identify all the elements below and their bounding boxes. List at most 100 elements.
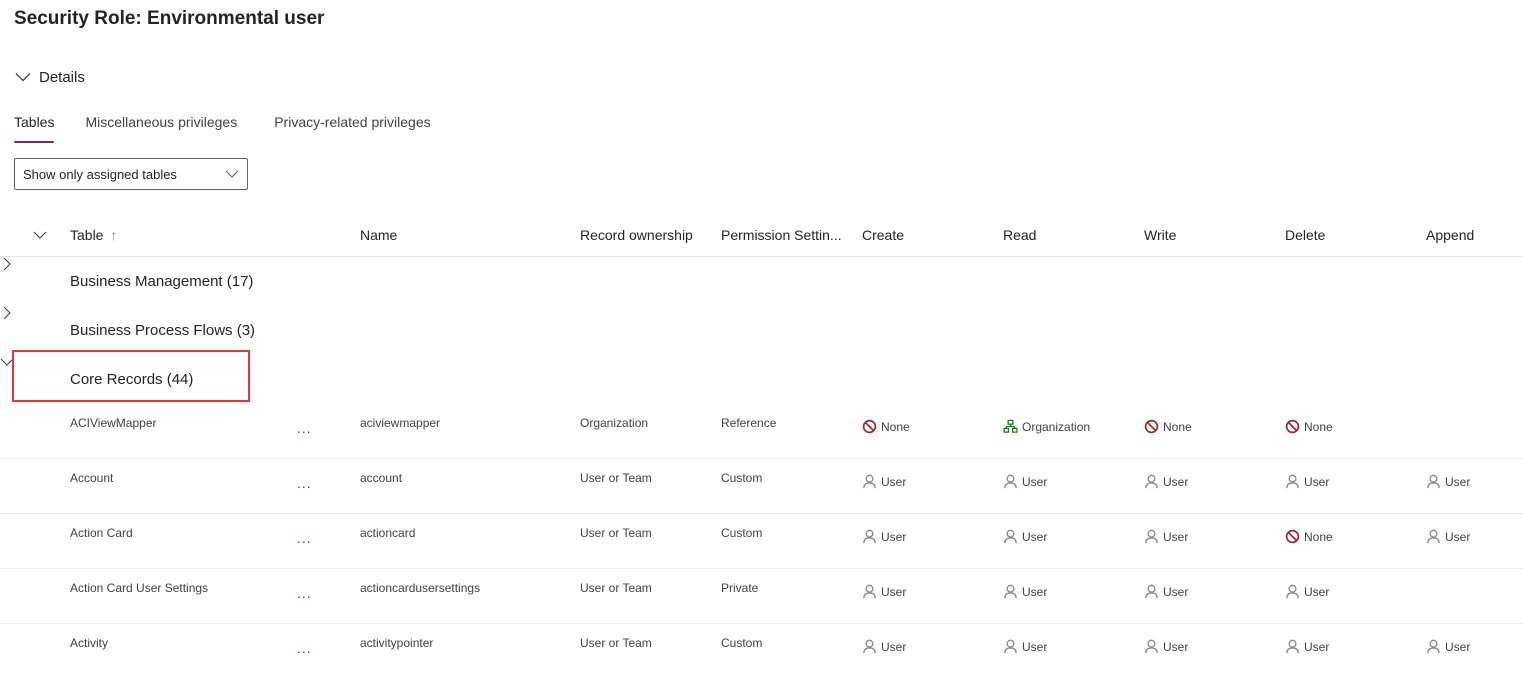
privilege-create-label: User — [881, 529, 907, 544]
privilege-create[interactable]: User — [862, 584, 906, 599]
more-options-button[interactable]: ... — [297, 530, 312, 546]
privilege-delete[interactable]: None — [1285, 419, 1333, 434]
column-header-permission-settings[interactable]: Permission Settin... — [721, 227, 842, 243]
privilege-delete[interactable]: User — [1285, 584, 1329, 599]
privilege-delete[interactable]: None — [1285, 529, 1333, 544]
user-icon — [1285, 584, 1304, 599]
column-header-delete[interactable]: Delete — [1285, 227, 1325, 243]
none-icon — [1285, 529, 1304, 544]
table-row[interactable]: Activity... activitypointer User or Team Cu… — [0, 624, 1523, 673]
permission-settings[interactable]: Custom — [721, 526, 762, 540]
privilege-write-label: User — [1163, 584, 1189, 599]
user-icon — [1144, 584, 1163, 599]
privilege-create[interactable]: None — [862, 419, 910, 434]
privilege-read-label: User — [1022, 474, 1048, 489]
privilege-create[interactable]: User — [862, 529, 906, 544]
user-icon — [862, 584, 881, 599]
tab-privacy-related-privileges[interactable]: Privacy-related privileges — [274, 112, 430, 144]
table-logical-name: activitypointer — [360, 636, 434, 650]
record-ownership: User or Team — [580, 581, 652, 595]
more-options-button[interactable]: ... — [297, 475, 312, 491]
privilege-delete-label: User — [1304, 584, 1330, 599]
collapse-all-toggle[interactable] — [33, 228, 47, 245]
tab-tables[interactable]: Tables — [14, 112, 55, 144]
user-icon — [862, 529, 881, 544]
privilege-write[interactable]: None — [1144, 419, 1192, 434]
user-icon — [1285, 474, 1304, 489]
column-header-write[interactable]: Write — [1144, 227, 1176, 243]
privilege-append[interactable]: User — [1426, 474, 1470, 489]
permission-settings[interactable]: Custom — [721, 636, 762, 650]
record-ownership: User or Team — [580, 636, 652, 650]
privilege-write-label: None — [1163, 419, 1192, 434]
privilege-append[interactable]: User — [1426, 639, 1470, 654]
privilege-delete-label: None — [1304, 419, 1333, 434]
privilege-write-label: User — [1163, 639, 1189, 654]
column-header-name[interactable]: Name — [360, 227, 397, 243]
chevron-down-icon — [15, 73, 31, 82]
user-icon — [1285, 639, 1304, 654]
privilege-read[interactable]: Organization — [1003, 419, 1090, 434]
table-logical-name: aciviewmapper — [360, 416, 441, 430]
page-title: Security Role: Environmental user — [14, 8, 325, 29]
grid-rows: ACIViewMapper... aciviewmapper Organizatio… — [0, 404, 1523, 673]
permission-settings[interactable]: Custom — [721, 471, 762, 485]
more-options-button[interactable]: ... — [297, 585, 312, 601]
privilege-read[interactable]: User — [1003, 529, 1047, 544]
group-row-business-process-flows[interactable]: Business Process Flows (3) — [0, 306, 1523, 355]
record-ownership: User or Team — [580, 526, 652, 540]
privilege-delete-label: User — [1304, 474, 1330, 489]
table-row[interactable]: Action Card... actioncard User or Team Cust… — [0, 514, 1523, 569]
group-label: Core Records (44) — [70, 371, 194, 388]
more-options-button[interactable]: ... — [297, 640, 312, 656]
table-logical-name: account — [360, 471, 403, 485]
privilege-write-label: User — [1163, 529, 1189, 544]
table-filter-dropdown[interactable]: Show only assigned tables — [14, 158, 248, 190]
more-options-button[interactable]: ... — [297, 420, 312, 436]
column-header-append[interactable]: Append — [1426, 227, 1474, 243]
privilege-create-label: User — [881, 474, 907, 489]
table-display-name: Action Card — [70, 526, 133, 540]
details-toggle[interactable]: Details — [14, 68, 85, 86]
user-icon — [1003, 584, 1022, 599]
privilege-write[interactable]: User — [1144, 584, 1188, 599]
table-logical-name: actioncardusersettings — [360, 581, 481, 595]
privilege-create-label: None — [881, 419, 910, 434]
tab-miscellaneous-privileges[interactable]: Miscellaneous privileges — [85, 112, 237, 144]
user-icon — [1426, 474, 1445, 489]
privilege-delete[interactable]: User — [1285, 639, 1329, 654]
grid-header: Table ↑ Name Record ownership Permission… — [0, 214, 1523, 257]
privilege-write[interactable]: User — [1144, 529, 1188, 544]
privilege-append[interactable]: User — [1426, 529, 1470, 544]
column-header-record-ownership[interactable]: Record ownership — [580, 227, 693, 243]
group-row-core-records[interactable]: Core Records (44) — [0, 355, 1523, 404]
privilege-read-label: User — [1022, 584, 1048, 599]
user-icon — [1003, 639, 1022, 654]
none-icon — [1144, 419, 1163, 434]
privilege-create[interactable]: User — [862, 474, 906, 489]
table-row[interactable]: Account... account User or Team Custom User U… — [0, 459, 1523, 514]
column-header-read[interactable]: Read — [1003, 227, 1036, 243]
privilege-read[interactable]: User — [1003, 584, 1047, 599]
privilege-write[interactable]: User — [1144, 639, 1188, 654]
column-header-table[interactable]: Table ↑ — [70, 227, 117, 243]
privilege-write[interactable]: User — [1144, 474, 1188, 489]
tab-list: Tables Miscellaneous privileges Privacy-… — [14, 112, 462, 144]
privilege-write-label: User — [1163, 474, 1189, 489]
permission-settings[interactable]: Reference — [721, 416, 776, 430]
privilege-read[interactable]: User — [1003, 639, 1047, 654]
column-header-create[interactable]: Create — [862, 227, 904, 243]
table-row[interactable]: Action Card User Settings... actioncardus… — [0, 569, 1523, 624]
privileges-grid: Table ↑ Name Record ownership Permission… — [0, 214, 1523, 673]
chevron-down-icon — [0, 358, 14, 366]
privilege-delete[interactable]: User — [1285, 474, 1329, 489]
user-icon — [1144, 529, 1163, 544]
permission-settings[interactable]: Private — [721, 581, 758, 595]
group-row-business-management[interactable]: Business Management (17) — [0, 257, 1523, 306]
table-filter-value: Show only assigned tables — [23, 166, 177, 182]
record-ownership: User or Team — [580, 471, 652, 485]
privilege-read[interactable]: User — [1003, 474, 1047, 489]
group-label: Business Process Flows (3) — [70, 322, 256, 339]
privilege-create[interactable]: User — [862, 639, 906, 654]
table-row[interactable]: ACIViewMapper... aciviewmapper Organizatio… — [0, 404, 1523, 459]
